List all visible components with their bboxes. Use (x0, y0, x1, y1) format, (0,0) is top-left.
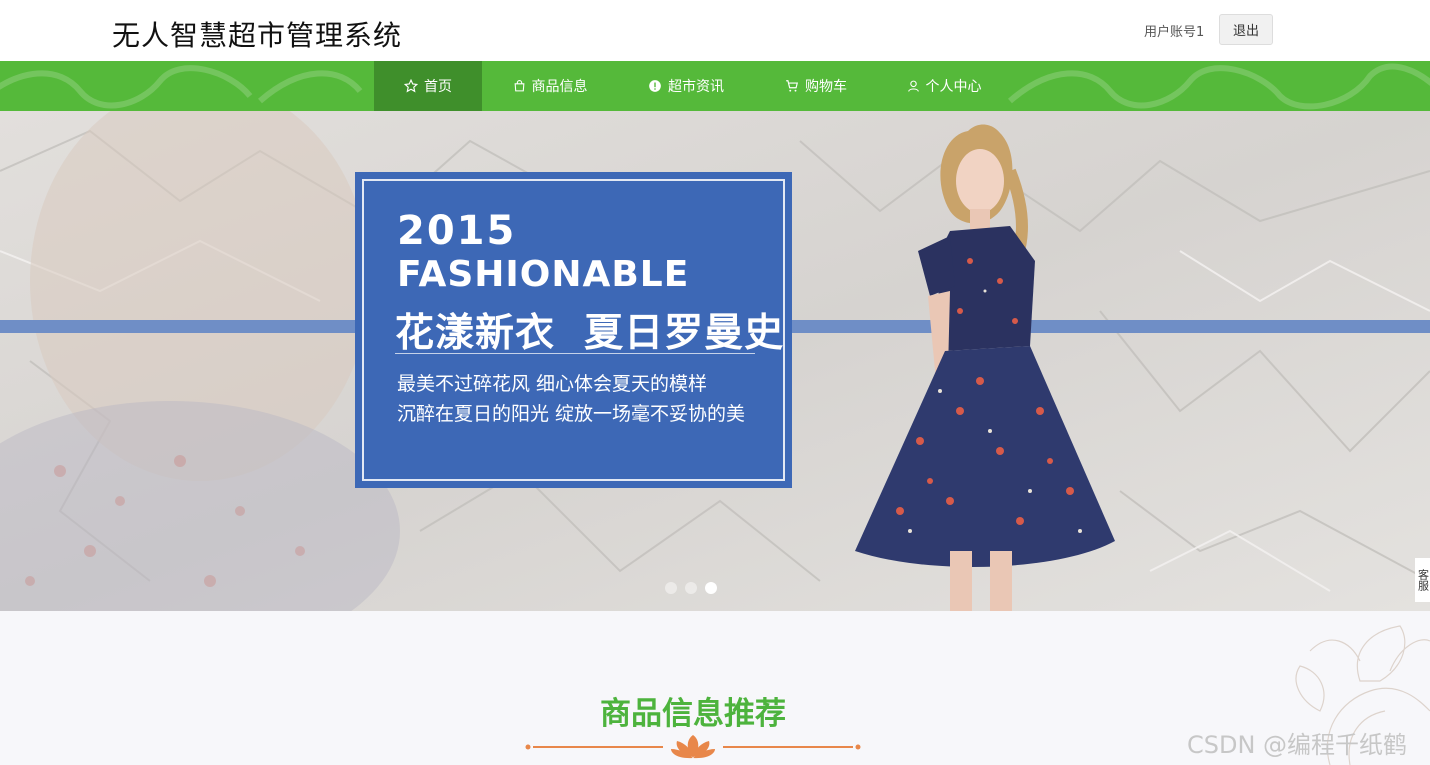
carousel-dot[interactable] (685, 582, 697, 594)
promo-headline: FASHIONABLE (397, 254, 690, 295)
main-nav: 首页 商品信息 超市资讯 购物车 个人中心 (0, 61, 1430, 111)
hero-carousel[interactable]: 2015 FASHIONABLE 花漾新衣 夏日罗曼史 最美不过碎花风 细心体会… (0, 111, 1430, 611)
nav-cart-label: 购物车 (805, 79, 847, 95)
top-header: 无人智慧超市管理系统 用户账号1 退出 (0, 0, 1430, 61)
bag-icon (514, 80, 524, 92)
promo-divider (395, 353, 755, 354)
carousel-dot[interactable] (665, 582, 677, 594)
section-title: 商品信息推荐 (600, 696, 786, 732)
promo-line-1: 最美不过碎花风 细心体会夏天的模样 (397, 373, 708, 395)
account-label[interactable]: 用户账号1 (1144, 21, 1204, 40)
carousel-dot-active[interactable] (705, 582, 717, 594)
nav-news-label: 超市资讯 (668, 79, 724, 95)
cart-icon (786, 80, 798, 92)
promo-year: 2015 (397, 208, 517, 254)
site-title: 无人智慧超市管理系统 (112, 19, 403, 52)
user-icon (907, 80, 919, 92)
lotus-icon (671, 735, 715, 759)
section-title-ornament (525, 735, 861, 759)
banner-stripe-left (0, 320, 355, 333)
nav-profile-label: 个人中心 (925, 79, 982, 95)
nav-products[interactable]: 商品信息 (496, 61, 604, 111)
carousel-indicators (665, 582, 717, 594)
promo-cn-title: 花漾新衣 夏日罗曼史 (395, 310, 785, 356)
promo-card: 2015 FASHIONABLE 花漾新衣 夏日罗曼史 最美不过碎花风 细心体会… (355, 172, 792, 488)
logout-button[interactable]: 退出 (1219, 14, 1273, 45)
nav-news[interactable]: 超市资讯 (632, 61, 740, 111)
nav-home-label: 首页 (424, 79, 452, 95)
promo-line-2: 沉醉在夏日的阳光 绽放一场毫不妥协的美 (397, 403, 746, 425)
nav-products-label: 商品信息 (531, 79, 588, 95)
watermark-text: CSDN @编程千纸鹤 (1187, 731, 1408, 759)
model-in-floral-dress-image (855, 124, 1115, 611)
star-icon (404, 79, 418, 93)
info-circle-icon (649, 80, 661, 92)
nav-profile[interactable]: 个人中心 (890, 61, 998, 111)
nav-cart[interactable]: 购物车 (762, 61, 870, 111)
side-service-tab[interactable]: 客服 (1415, 558, 1430, 602)
nav-home[interactable]: 首页 (374, 61, 482, 111)
